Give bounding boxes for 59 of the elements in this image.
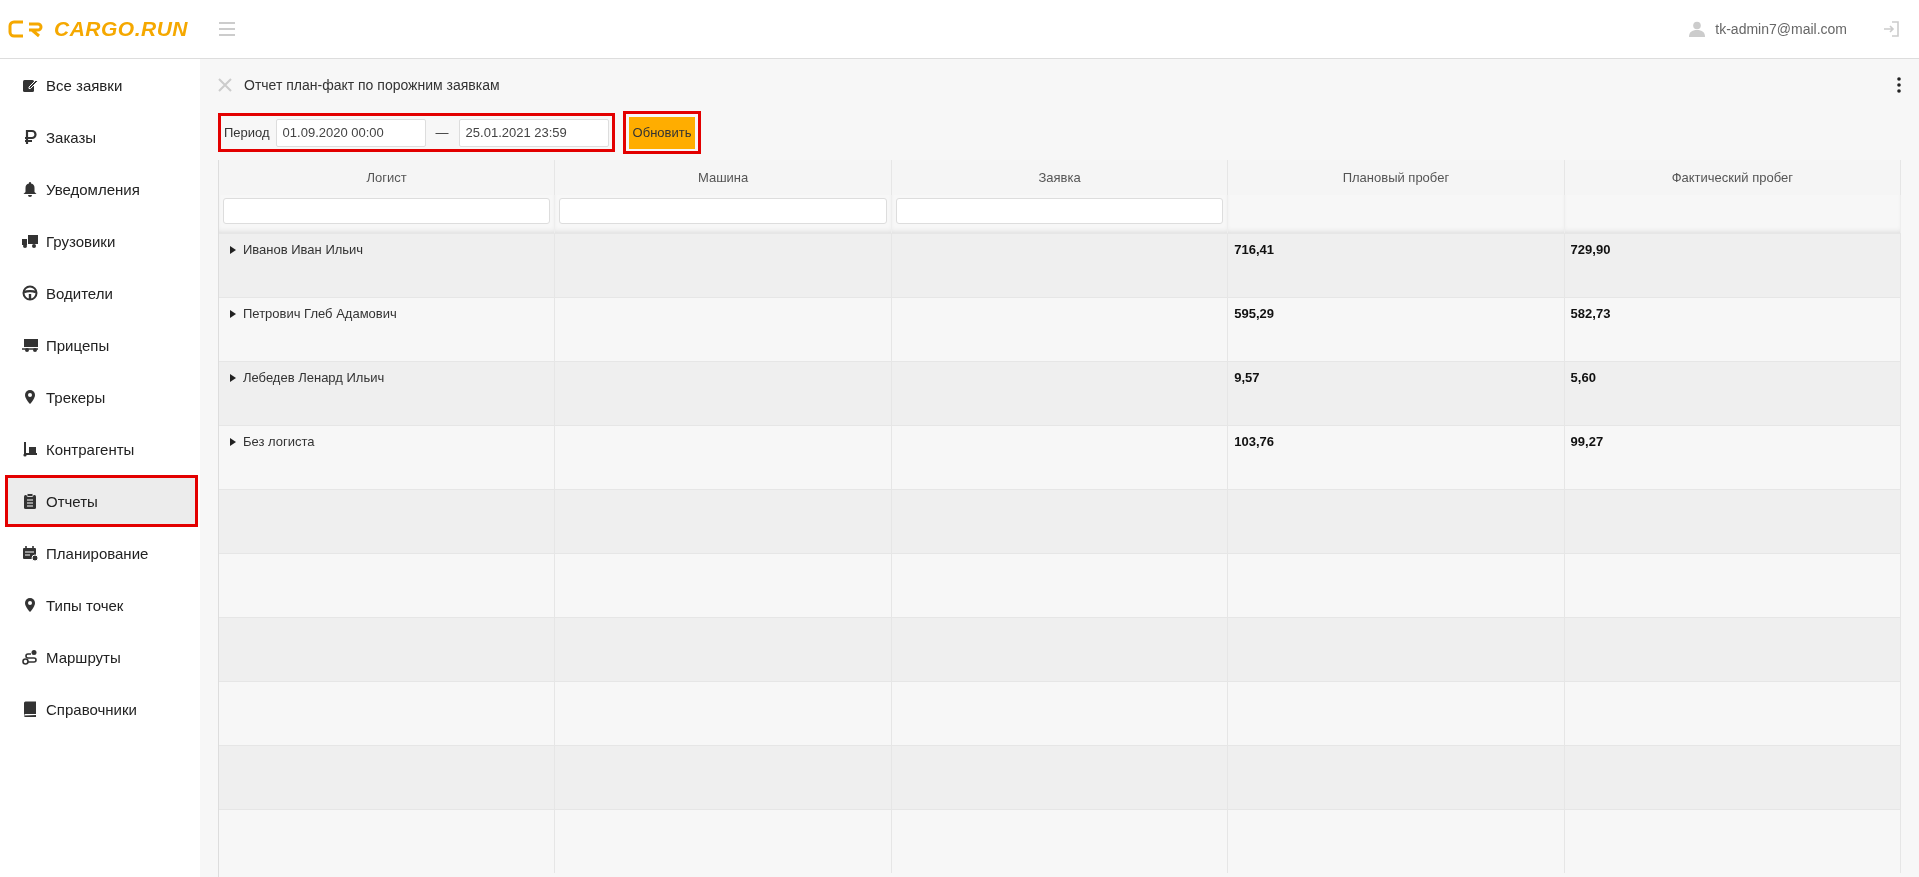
bell-icon [22,181,38,197]
clipboard-icon [22,493,38,509]
sidebar-item[interactable]: Маршруты [0,631,200,683]
table-cell: 582,73 [1564,297,1901,361]
sidebar-item[interactable]: Заказы [0,111,200,163]
date-separator: — [435,125,449,140]
edit-icon [22,77,38,93]
book-icon [22,701,38,717]
ruble-icon [22,129,38,145]
logo-text: CARGO.RUN [54,17,188,41]
more-icon[interactable] [1897,77,1901,93]
sidebar-item[interactable]: Прицепы [0,319,200,371]
table-cell: 9,57 [1228,361,1565,425]
dolly-icon [22,441,38,457]
logist-name: Лебедев Ленард Ильич [243,370,385,385]
filter-field[interactable] [559,198,887,224]
sidebar-item[interactable]: Планирование [0,527,200,579]
sidebar-item[interactable]: Справочники [0,683,200,735]
date-to-field[interactable]: 25.01.2021 23:59 [458,118,609,147]
table-cell: 716,41 [1228,233,1565,297]
truck-icon [22,233,38,249]
logist-name: Петрович Глеб Адамович [243,306,397,321]
sidebar-item[interactable]: Уведомления [0,163,200,215]
period-label: Период [224,125,270,140]
table-cell: 5,60 [1564,361,1901,425]
table-cell: 595,29 [1228,297,1565,361]
map-pin-icon [22,597,38,613]
refresh-button[interactable]: Обновить [628,116,696,149]
table-cell: 99,27 [1564,425,1901,489]
calendar-icon [22,545,38,561]
sidebar-item[interactable]: Контрагенты [0,423,200,475]
table-cell: 103,76 [1228,425,1565,489]
menu-icon[interactable] [218,22,236,36]
trailer-icon [22,337,38,353]
logout-icon[interactable] [1883,21,1899,37]
user-email[interactable]: tk-admin7@mail.com [1715,21,1847,37]
sidebar-item[interactable]: Отчеты [5,475,198,527]
date-from-field[interactable]: 01.09.2020 00:00 [275,118,426,147]
table-cell: 729,90 [1564,233,1901,297]
caret-right-icon[interactable] [229,437,237,447]
caret-right-icon[interactable] [229,309,237,319]
caret-right-icon[interactable] [229,373,237,383]
map-pin-icon [22,389,38,405]
sidebar-item[interactable]: Все заявки [0,59,200,111]
caret-right-icon[interactable] [229,245,237,255]
logist-name: Иванов Иван Ильич [243,242,364,257]
filter-field[interactable] [895,198,1224,224]
logo-icon [8,19,44,39]
steering-wheel-icon [22,285,38,301]
logist-name: Без логиста [243,434,315,449]
sidebar-item[interactable]: Типы точек [0,579,200,631]
sidebar-item[interactable]: Грузовики [0,215,200,267]
route-icon [22,649,38,665]
close-icon[interactable] [218,78,232,92]
user-icon [1689,21,1706,37]
filter-field[interactable] [223,198,551,224]
sidebar-item[interactable]: Водители [0,267,200,319]
report-title: Отчет план-факт по порожним заявкам [244,77,501,93]
sidebar-item[interactable]: Трекеры [0,371,200,423]
